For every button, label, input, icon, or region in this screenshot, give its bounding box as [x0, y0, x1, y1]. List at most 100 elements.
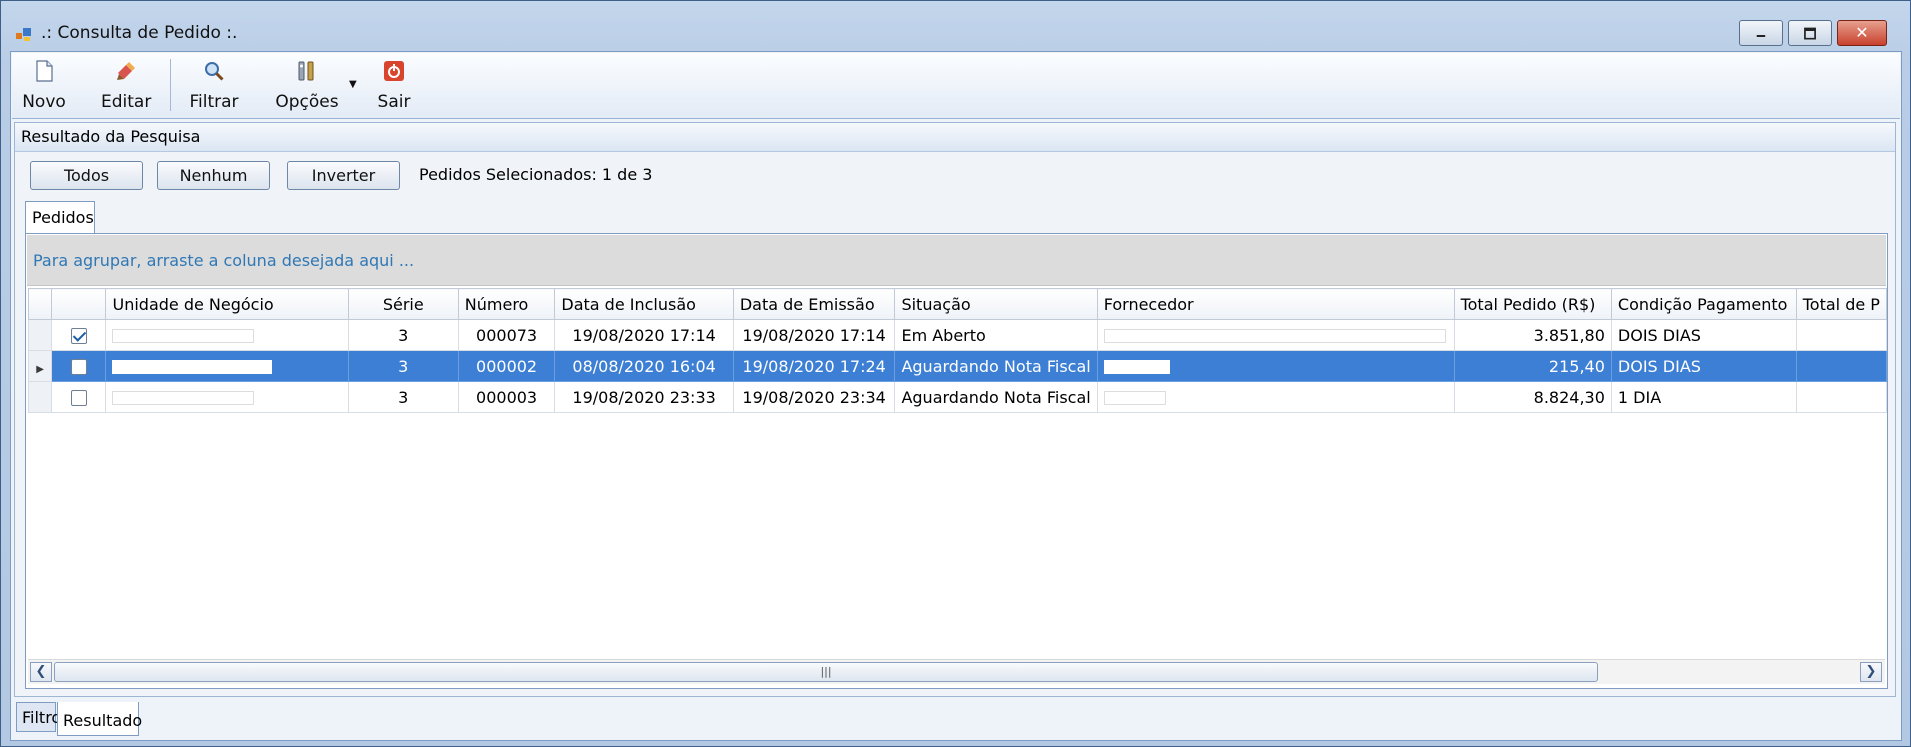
opcoes-dropdown-icon[interactable]: ▼ [349, 79, 357, 90]
close-icon: ✕ [1855, 23, 1869, 42]
magnifier-icon [205, 62, 224, 81]
editar-button[interactable]: Editar [101, 57, 151, 115]
panel-header: Resultado da Pesquisa [15, 123, 1895, 152]
column-header[interactable]: Série [347, 288, 459, 320]
tab-filtro-label: Filtro [22, 708, 62, 727]
scroll-grip-icon: ||| [820, 665, 832, 678]
app-icon [16, 28, 31, 41]
window-title: .: Consulta de Pedido :. [41, 23, 238, 43]
row-header[interactable]: ▶ [27, 350, 53, 382]
chevron-right-icon: ❯ [1865, 664, 1877, 679]
tab-filtro[interactable]: Filtro [16, 702, 61, 732]
condicao-cell: DOIS DIAS [1610, 319, 1797, 351]
orders-table: Unidade de Negócio Série Número Data de … [27, 288, 1888, 413]
main-window: .: Consulta de Pedido :. 🗕 🗖 ✕ Novo Edit… [0, 0, 1911, 747]
editar-label: Editar [101, 92, 152, 112]
row-checkbox-cell[interactable] [51, 350, 107, 382]
redacted-text [112, 329, 255, 343]
redacted-text [1103, 391, 1166, 405]
emissao-cell: 19/08/2020 17:14 [732, 319, 896, 351]
column-header[interactable]: Condição Pagamento [1610, 288, 1797, 320]
table-row[interactable]: 3 000073 19/08/2020 17:14 19/08/2020 17:… [27, 319, 1888, 351]
serie-cell: 3 [347, 319, 459, 351]
opcoes-label: Opções [275, 92, 339, 112]
column-header[interactable]: Total Pedido (R$) [1453, 288, 1612, 320]
serie-cell: 3 [347, 350, 459, 382]
sair-button[interactable]: Sair [374, 57, 414, 115]
select-all-button[interactable]: Todos [30, 161, 143, 190]
select-none-button[interactable]: Nenhum [157, 161, 270, 190]
column-header[interactable]: Situação [894, 288, 1098, 320]
serie-cell: 3 [347, 381, 459, 413]
current-row-arrow-icon: ▶ [36, 363, 44, 375]
situacao-cell: Aguardando Nota Fiscal [894, 381, 1098, 413]
row-checkbox-cell[interactable] [51, 381, 107, 413]
table-row-selected[interactable]: ▶ 3 000002 08/08/2020 16:04 19/08/2020 1… [27, 350, 1888, 382]
condicao-cell: 1 DIA [1610, 381, 1797, 413]
toolbar: Novo Editar Filtrar Opções ▼ Sair [12, 53, 1900, 119]
unidade-cell [105, 350, 349, 382]
column-header[interactable]: Data de Inclusão [554, 288, 734, 320]
redacted-text [1103, 329, 1446, 343]
column-header[interactable]: Fornecedor [1096, 288, 1455, 320]
toolbar-separator [170, 59, 171, 111]
panel-title: Resultado da Pesquisa [21, 127, 201, 146]
column-header[interactable]: Data de Emissão [732, 288, 896, 320]
novo-button[interactable]: Novo [22, 57, 66, 115]
fornecedor-cell [1096, 381, 1455, 413]
row-checkbox[interactable] [70, 328, 87, 344]
scroll-left-button[interactable]: ❮ [30, 662, 52, 682]
close-button[interactable]: ✕ [1837, 20, 1887, 46]
sair-label: Sair [377, 92, 411, 112]
result-panel: Resultado da Pesquisa Todos Nenhum Inver… [14, 122, 1896, 697]
total-cell: 3.851,80 [1453, 319, 1612, 351]
checkbox-column-header[interactable] [51, 288, 107, 320]
selection-status: Pedidos Selecionados: 1 de 3 [419, 165, 653, 184]
horizontal-scrollbar[interactable]: ❮ ||| ❯ [28, 659, 1885, 684]
emissao-cell: 19/08/2020 17:24 [732, 350, 896, 382]
filtrar-button[interactable]: Filtrar [188, 57, 240, 115]
row-checkbox-cell[interactable] [51, 319, 107, 351]
column-header[interactable]: Unidade de Negócio [105, 288, 349, 320]
invert-selection-button[interactable]: Inverter [287, 161, 400, 190]
condicao-cell: DOIS DIAS [1610, 350, 1797, 382]
numero-cell: 000002 [457, 350, 556, 382]
column-header[interactable]: Número [457, 288, 556, 320]
numero-cell: 000073 [457, 319, 556, 351]
tab-resultado[interactable]: Resultado [57, 702, 143, 736]
group-by-hint: Para agrupar, arraste a coluna desejada … [33, 251, 415, 270]
row-checkbox[interactable] [70, 390, 87, 406]
chevron-left-icon: ❮ [35, 664, 47, 679]
total-p-cell [1795, 381, 1888, 413]
column-header[interactable]: Total de P [1795, 288, 1888, 320]
novo-label: Novo [22, 92, 66, 112]
opcoes-button[interactable]: Opções [274, 57, 340, 115]
unidade-cell [105, 319, 349, 351]
emissao-cell: 19/08/2020 23:34 [732, 381, 896, 413]
inclusao-cell: 19/08/2020 23:33 [554, 381, 734, 413]
tab-pedidos-label: Pedidos [32, 208, 94, 227]
unidade-cell [105, 381, 349, 413]
row-header[interactable] [27, 319, 53, 351]
tab-resultado-label: Resultado [63, 711, 143, 730]
tab-pedidos[interactable]: Pedidos [25, 201, 95, 233]
minimize-icon: 🗕 [1756, 27, 1766, 43]
numero-cell: 000003 [457, 381, 556, 413]
exit-power-icon [384, 61, 404, 81]
redacted-text [112, 391, 255, 405]
row-checkbox[interactable] [70, 359, 87, 375]
scrollbar-thumb[interactable]: ||| [54, 662, 1598, 682]
redacted-text [1103, 360, 1170, 374]
situacao-cell: Aguardando Nota Fiscal [894, 350, 1098, 382]
edit-brush-icon [117, 62, 135, 80]
row-header[interactable] [27, 381, 53, 413]
orders-grid: Para agrupar, arraste a coluna desejada … [25, 233, 1888, 689]
minimize-button[interactable]: 🗕 [1739, 20, 1783, 46]
title-bar[interactable]: .: Consulta de Pedido :. 🗕 🗖 ✕ [1, 1, 1910, 51]
table-row[interactable]: 3 000003 19/08/2020 23:33 19/08/2020 23:… [27, 381, 1888, 413]
group-by-area[interactable]: Para agrupar, arraste a coluna desejada … [27, 235, 1886, 286]
inclusao-cell: 08/08/2020 16:04 [554, 350, 734, 382]
scroll-right-button[interactable]: ❯ [1860, 662, 1882, 682]
maximize-button[interactable]: 🗖 [1788, 20, 1832, 46]
table-header-row: Unidade de Negócio Série Número Data de … [27, 288, 1888, 320]
